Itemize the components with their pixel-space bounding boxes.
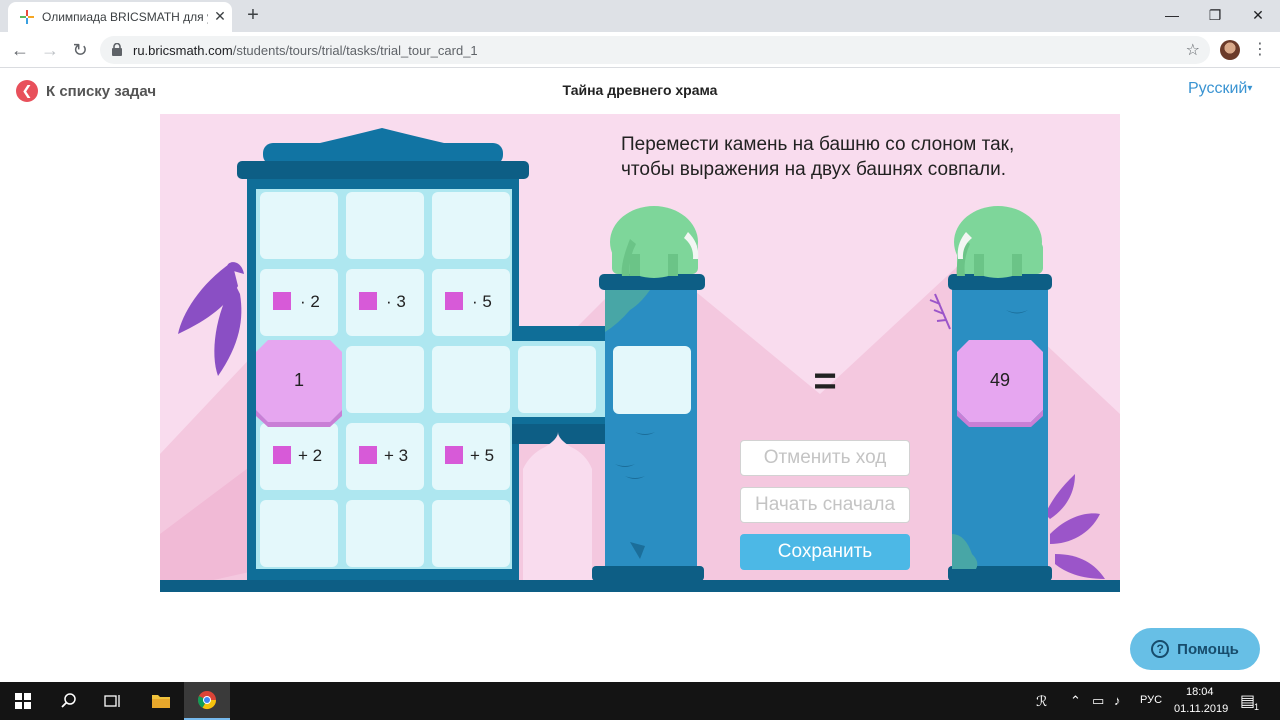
- windows-taskbar: ℛ ⌃ ▭ ♪ РУС 18:04 01.11.2019 ▤ 1: [0, 682, 1280, 720]
- tower-roof-ledge: [237, 161, 529, 179]
- tower-roof-spire: [320, 128, 444, 143]
- file-explorer-icon[interactable]: [138, 682, 184, 720]
- page: ❮ К списку задач Тайна древнего храма Ру…: [0, 69, 1280, 682]
- chrome-taskbar-icon[interactable]: [184, 682, 230, 720]
- browser-tab-strip: Олимпиада BRICSMATH для уче ✕ + — ❐ ✕: [0, 0, 1280, 32]
- tile: [260, 192, 338, 259]
- people-icon[interactable]: ℛ: [1036, 693, 1047, 710]
- new-tab-button[interactable]: +: [243, 5, 263, 25]
- chevron-up-icon[interactable]: ⌃: [1070, 693, 1081, 709]
- window-close-button[interactable]: ✕: [1246, 4, 1270, 26]
- target-stone-value: 49: [989, 370, 1011, 390]
- pink-square-icon: [273, 292, 291, 310]
- game-board: = Перемести камень на башню со слоном та…: [160, 114, 1120, 592]
- tile: [260, 500, 338, 567]
- tile: [432, 192, 510, 259]
- pink-square-icon: [359, 446, 377, 464]
- pink-square-icon: [359, 292, 377, 310]
- instruction-line-2: чтобы выражения на двух башнях совпали.: [621, 159, 1007, 180]
- browser-tab[interactable]: Олимпиада BRICSMATH для уче ✕: [8, 2, 232, 32]
- elephant-left-icon: [610, 206, 699, 278]
- help-label: Помощь: [1177, 640, 1239, 658]
- tile: [518, 346, 596, 413]
- forward-arrow-icon[interactable]: →: [38, 38, 62, 62]
- pink-square-icon: [273, 446, 291, 464]
- game-scene: =: [160, 128, 1120, 592]
- url-host: ru.bricsmath.com: [133, 43, 233, 58]
- tile: [432, 269, 510, 336]
- op-add-2[interactable]: + 2: [298, 446, 322, 466]
- back-arrow-icon[interactable]: ←: [8, 38, 32, 62]
- op-add-3[interactable]: + 3: [384, 446, 408, 466]
- start-stone-value[interactable]: 1: [256, 370, 342, 391]
- pillar-left-slot: [613, 346, 691, 414]
- save-button[interactable]: Сохранить: [740, 534, 910, 570]
- input-language[interactable]: РУС: [1140, 694, 1162, 706]
- bricsmath-favicon-icon: [20, 10, 34, 24]
- url-path: /students/tours/trial/tasks/trial_tour_c…: [232, 43, 478, 58]
- pillar-left-base: [592, 566, 704, 581]
- tile: [346, 346, 424, 413]
- battery-icon[interactable]: ▭: [1092, 693, 1104, 709]
- window-minimize-button[interactable]: —: [1160, 4, 1184, 26]
- question-icon: ?: [1151, 640, 1170, 658]
- language-selector[interactable]: Русский▾: [1188, 80, 1252, 98]
- browser-toolbar: ← → ↻ ru.bricsmath.com/students/tours/tr…: [0, 32, 1280, 68]
- tile: [260, 269, 338, 336]
- windows-start-icon[interactable]: [0, 682, 46, 720]
- language-label: Русский: [1188, 80, 1248, 97]
- instruction-line-1: Перемести камень на башню со слоном так,: [621, 134, 1015, 155]
- undo-button[interactable]: Отменить ход: [740, 440, 910, 476]
- notification-count: 1: [1254, 702, 1260, 712]
- notifications-icon[interactable]: ▤: [1240, 691, 1255, 711]
- pink-square-icon: [445, 446, 463, 464]
- equals-sign: =: [813, 359, 836, 403]
- task-instruction: Перемести камень на башню со слоном так,…: [621, 132, 1061, 182]
- volume-icon[interactable]: ♪: [1114, 693, 1121, 708]
- task-view-icon[interactable]: [90, 682, 136, 720]
- search-icon[interactable]: [46, 682, 92, 720]
- tile: [432, 346, 510, 413]
- browser-menu-icon[interactable]: ⋮: [1250, 38, 1270, 62]
- op-multiply-2[interactable]: · 2: [300, 292, 320, 312]
- palm-leaves-left: [178, 262, 244, 376]
- pillar-right: [952, 289, 1048, 569]
- profile-avatar[interactable]: [1220, 40, 1240, 60]
- tile: [346, 269, 424, 336]
- pink-square-icon: [445, 292, 463, 310]
- tab-title: Олимпиада BRICSMATH для уче: [42, 10, 208, 24]
- elephant-right-icon: [954, 206, 1043, 278]
- help-button[interactable]: ? Помощь: [1130, 628, 1260, 670]
- back-to-tasks-link[interactable]: ❮ К списку задач: [16, 80, 156, 102]
- tile: [432, 500, 510, 567]
- clock-date[interactable]: 01.11.2019: [1174, 703, 1228, 715]
- back-to-tasks-label: К списку задач: [46, 82, 157, 100]
- op-multiply-3[interactable]: · 3: [386, 292, 406, 312]
- pillar-left: [605, 289, 697, 569]
- reset-button[interactable]: Начать сначала: [740, 487, 910, 523]
- op-add-5[interactable]: + 5: [470, 446, 494, 466]
- tower-bridge-top: [510, 326, 610, 340]
- bookmark-star-icon[interactable]: ☆: [1186, 40, 1200, 60]
- address-bar[interactable]: ru.bricsmath.com/students/tours/trial/ta…: [100, 36, 1210, 64]
- op-multiply-5[interactable]: · 5: [472, 292, 492, 312]
- chevron-left-icon: ❮: [16, 80, 38, 102]
- lock-icon: [112, 43, 122, 56]
- page-title: Тайна древнего храма: [562, 82, 718, 98]
- ground-bar: [160, 580, 1120, 592]
- url-text: ru.bricsmath.com/students/tours/trial/ta…: [133, 43, 478, 58]
- clock-time[interactable]: 18:04: [1186, 686, 1214, 698]
- caret-down-icon: ▾: [1247, 83, 1253, 94]
- tile: [346, 192, 424, 259]
- reload-icon[interactable]: ↻: [68, 38, 92, 62]
- window-maximize-button[interactable]: ❐: [1203, 4, 1227, 26]
- tab-close-icon[interactable]: ✕: [212, 8, 228, 24]
- tile: [346, 500, 424, 567]
